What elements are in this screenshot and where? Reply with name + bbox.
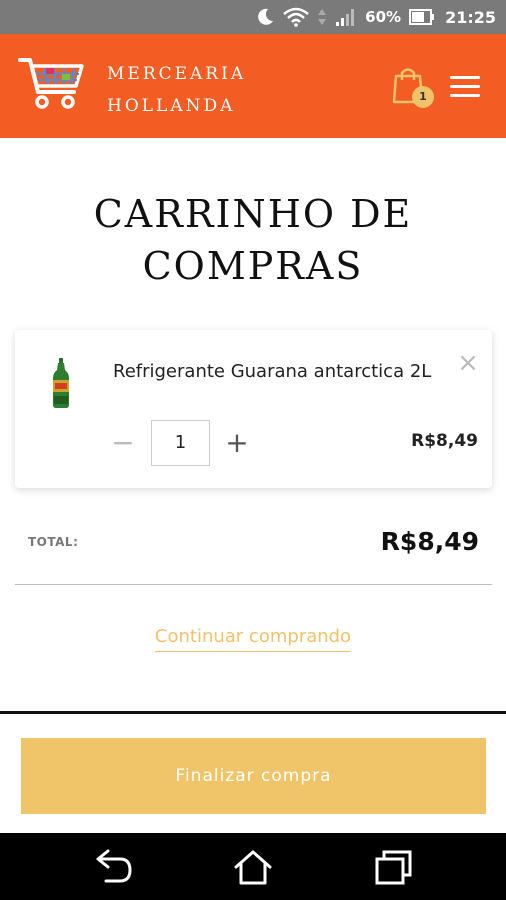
divider [15, 584, 492, 585]
brand-name[interactable]: MERCEARIA HOLLANDA [107, 58, 246, 122]
page-title-line-2: COMPRAS [142, 244, 364, 288]
wifi-icon [283, 7, 309, 27]
brand-line-2: HOLLANDA [107, 96, 236, 116]
cart-item-card: Refrigerante Guarana antarctica 2L × − 1… [15, 330, 492, 488]
system-nav-bar [0, 833, 506, 900]
data-arrows-icon [317, 7, 327, 27]
menu-line-icon [450, 85, 480, 88]
product-image[interactable] [51, 358, 71, 408]
signal-icon [335, 7, 357, 27]
checkout-button[interactable]: Finalizar compra [21, 738, 486, 814]
moon-icon [255, 7, 275, 27]
page-title-line-1: CARRINHO DE [93, 192, 413, 236]
recents-icon[interactable] [374, 849, 414, 885]
status-bar: 60% 21:25 [0, 0, 506, 34]
quantity-decrease-button[interactable]: − [111, 429, 135, 457]
menu-line-icon [450, 76, 480, 79]
hamburger-menu-button[interactable] [450, 76, 480, 102]
battery-percent: 60% [365, 8, 402, 26]
clock: 21:25 [445, 7, 496, 27]
quantity-increase-button[interactable]: + [225, 429, 249, 457]
remove-item-close-icon[interactable]: × [457, 350, 479, 376]
back-icon[interactable] [94, 849, 134, 885]
continue-shopping-container: Continuar comprando [0, 626, 506, 652]
menu-line-icon [450, 94, 480, 97]
item-price: R$8,49 [411, 431, 478, 451]
checkout-bar: Finalizar compra [0, 711, 506, 833]
continue-shopping-link[interactable]: Continuar comprando [154, 626, 352, 652]
product-name: Refrigerante Guarana antarctica 2L [113, 361, 432, 382]
page-title: CARRINHO DE COMPRAS [0, 188, 506, 292]
total-value: R$8,49 [380, 527, 479, 556]
shopping-bag-button[interactable]: 1 [392, 66, 434, 108]
app-header: MERCEARIA HOLLANDA 1 [0, 34, 506, 138]
battery-icon [409, 8, 435, 26]
home-icon[interactable] [233, 849, 273, 885]
cart-count-badge: 1 [412, 86, 434, 108]
total-label: TOTAL: [28, 535, 79, 549]
shopping-cart-logo-icon[interactable] [18, 54, 86, 116]
quantity-input[interactable]: 1 [151, 420, 210, 466]
brand-line-1: MERCEARIA [107, 64, 247, 84]
